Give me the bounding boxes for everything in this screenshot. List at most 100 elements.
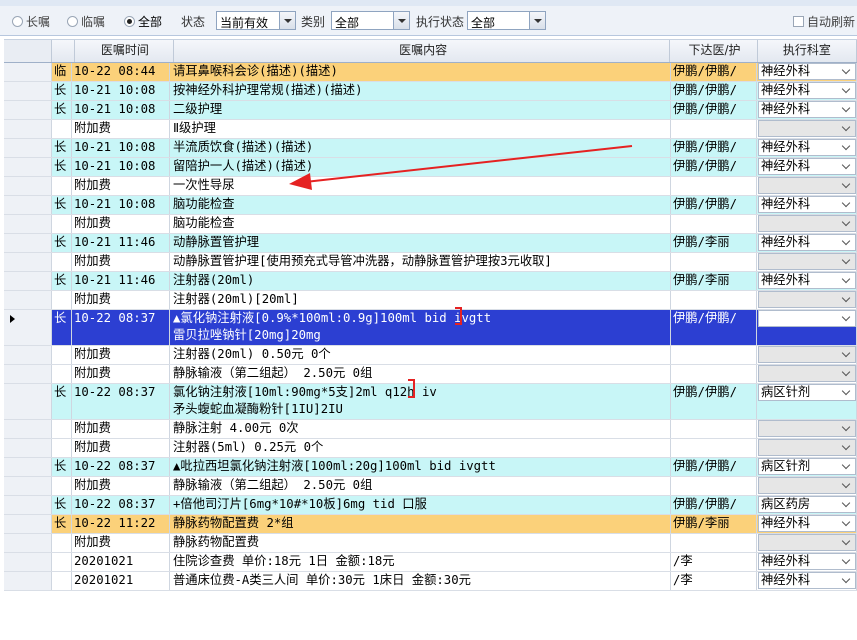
row-selector[interactable] [4,177,52,195]
exec-dept-dropdown[interactable] [758,177,856,194]
chevron-down-icon[interactable] [840,497,855,512]
order-row[interactable]: 长 10-21 10:08 留陪护一人(描述)(描述) 伊鹏/伊鹏/神经外科 [4,158,857,177]
chevron-down-icon[interactable] [840,366,855,381]
chevron-down-icon[interactable] [840,121,855,136]
row-selector[interactable] [4,384,52,419]
header-content[interactable]: 医嘱内容 [174,40,671,62]
exec-dept-cell[interactable]: 神经外科 [757,158,857,176]
order-row[interactable]: 附加费 静脉输液（第二组起） 2.50元 0组 [4,365,857,384]
order-row[interactable]: 长 10-21 10:08 半流质饮食(描述)(描述) 伊鹏/伊鹏/神经外科 [4,139,857,158]
exec-dept-dropdown[interactable]: 病区针剂 [758,384,856,401]
exec-dept-dropdown[interactable]: 病区针剂 [758,310,856,327]
row-selector[interactable] [4,82,52,100]
exec-dept-cell[interactable] [757,346,857,364]
order-row[interactable]: 附加费 脑功能检查 [4,215,857,234]
row-selector[interactable] [4,158,52,176]
exec-dept-dropdown[interactable]: 神经外科 [758,158,856,175]
exec-dept-dropdown[interactable] [758,120,856,137]
chevron-down-icon[interactable] [840,254,855,269]
order-row[interactable]: 附加费 静脉输液（第二组起） 2.50元 0组 [4,477,857,496]
radio-temporary[interactable]: 临嘱 [67,12,105,30]
radio-all[interactable]: 全部 [124,12,162,30]
auto-refresh-checkbox[interactable]: 自动刷新 [793,12,855,30]
row-selector[interactable] [4,534,52,552]
exec-dept-dropdown[interactable]: 病区针剂 [758,458,856,475]
row-selector[interactable] [4,458,52,476]
exec-dept-cell[interactable]: 神经外科 [757,572,857,590]
exec-dept-cell[interactable]: 神经外科 [757,196,857,214]
row-selector[interactable] [4,101,52,119]
order-row[interactable]: 附加费 一次性导尿 [4,177,857,196]
auto-refresh-box[interactable] [793,15,804,27]
order-row[interactable]: 长 10-22 08:37 ▲吡拉西坦氯化钠注射液[100ml:20g]100ml … [4,458,857,477]
exec-status-select[interactable]: 全部 [467,11,546,30]
row-selector[interactable] [4,420,52,438]
exec-dept-dropdown[interactable]: 神经外科 [758,196,856,213]
exec-dept-dropdown[interactable]: 神经外科 [758,82,856,99]
exec-dept-cell[interactable]: 病区针剂 [757,458,857,476]
exec-dept-dropdown[interactable]: 神经外科 [758,515,856,532]
exec-dept-cell[interactable] [757,534,857,552]
row-selector[interactable] [4,365,52,383]
order-row[interactable]: 附加费 注射器(20ml) 0.50元 0个 [4,346,857,365]
exec-dept-dropdown[interactable] [758,439,856,456]
radio-circle-temporary[interactable] [67,15,78,27]
row-selector[interactable] [4,496,52,514]
chevron-down-icon[interactable] [840,292,855,307]
chevron-down-icon[interactable] [840,347,855,362]
exec-dept-dropdown[interactable]: 神经外科 [758,139,856,156]
chevron-down-icon[interactable] [840,478,855,493]
header-time[interactable]: 医嘱时间 [75,40,175,62]
exec-dept-cell[interactable]: 神经外科 [757,234,857,252]
exec-dept-dropdown[interactable]: 神经外科 [758,234,856,251]
chevron-down-icon[interactable] [840,197,855,212]
category-dropdown-arrow-icon[interactable] [393,12,409,29]
row-selector[interactable] [4,63,52,81]
radio-circle-long-term[interactable] [12,15,23,27]
row-selector[interactable] [4,439,52,457]
chevron-down-icon[interactable] [840,102,855,117]
chevron-down-icon[interactable] [840,573,855,588]
exec-dept-cell[interactable]: 神经外科 [757,82,857,100]
order-row[interactable]: 临 10-22 08:44 请耳鼻喉科会诊(描述)(描述) 伊鹏/伊鹏/神经外科 [4,63,857,82]
order-row[interactable]: 20201021 住院诊查费 单价:18元 1日 金额:18元 /李 神经外科 [4,553,857,572]
chevron-down-icon[interactable] [840,440,855,455]
order-row[interactable]: 长 10-21 10:08 二级护理 伊鹏/伊鹏/神经外科 [4,101,857,120]
exec-dept-cell[interactable]: 神经外科 [757,63,857,81]
exec-dept-dropdown[interactable] [758,477,856,494]
row-selector[interactable] [4,572,52,590]
chevron-down-icon[interactable] [840,311,855,326]
row-selector[interactable] [4,477,52,495]
chevron-down-icon[interactable] [840,216,855,231]
row-selector[interactable] [4,120,52,138]
exec-dept-dropdown[interactable]: 神经外科 [758,572,856,589]
exec-dept-cell[interactable]: 病区针剂 [757,310,857,345]
row-selector[interactable] [4,346,52,364]
exec-dept-dropdown[interactable] [758,291,856,308]
exec-dept-cell[interactable]: 神经外科 [757,139,857,157]
exec-dept-dropdown[interactable] [758,420,856,437]
row-selector[interactable] [4,310,52,345]
order-row[interactable]: 长 10-21 10:08 按神经外科护理常规(描述)(描述) 伊鹏/伊鹏/神经外科 [4,82,857,101]
exec-dept-cell[interactable] [757,177,857,195]
exec-dept-dropdown[interactable] [758,215,856,232]
order-row[interactable]: 长 10-22 11:22 静脉药物配置费 2*组 伊鹏/李丽 神经外科 [4,515,857,534]
chevron-down-icon[interactable] [840,385,855,400]
exec-dept-cell[interactable] [757,365,857,383]
exec-status-dropdown-arrow-icon[interactable] [529,12,545,29]
row-selector[interactable] [4,515,52,533]
exec-dept-cell[interactable]: 神经外科 [757,101,857,119]
header-dept[interactable]: 执行科室 [758,40,857,62]
chevron-down-icon[interactable] [840,140,855,155]
radio-long-term[interactable]: 长嘱 [12,12,50,30]
order-row[interactable]: 长 10-21 10:08 脑功能检查 伊鹏/伊鹏/神经外科 [4,196,857,215]
exec-dept-dropdown[interactable]: 神经外科 [758,101,856,118]
status-dropdown-arrow-icon[interactable] [279,12,295,29]
exec-dept-cell[interactable] [757,215,857,233]
row-selector[interactable] [4,215,52,233]
exec-dept-dropdown[interactable] [758,534,856,551]
row-selector[interactable] [4,234,52,252]
exec-dept-cell[interactable] [757,291,857,309]
exec-dept-cell[interactable] [757,253,857,271]
row-selector[interactable] [4,553,52,571]
